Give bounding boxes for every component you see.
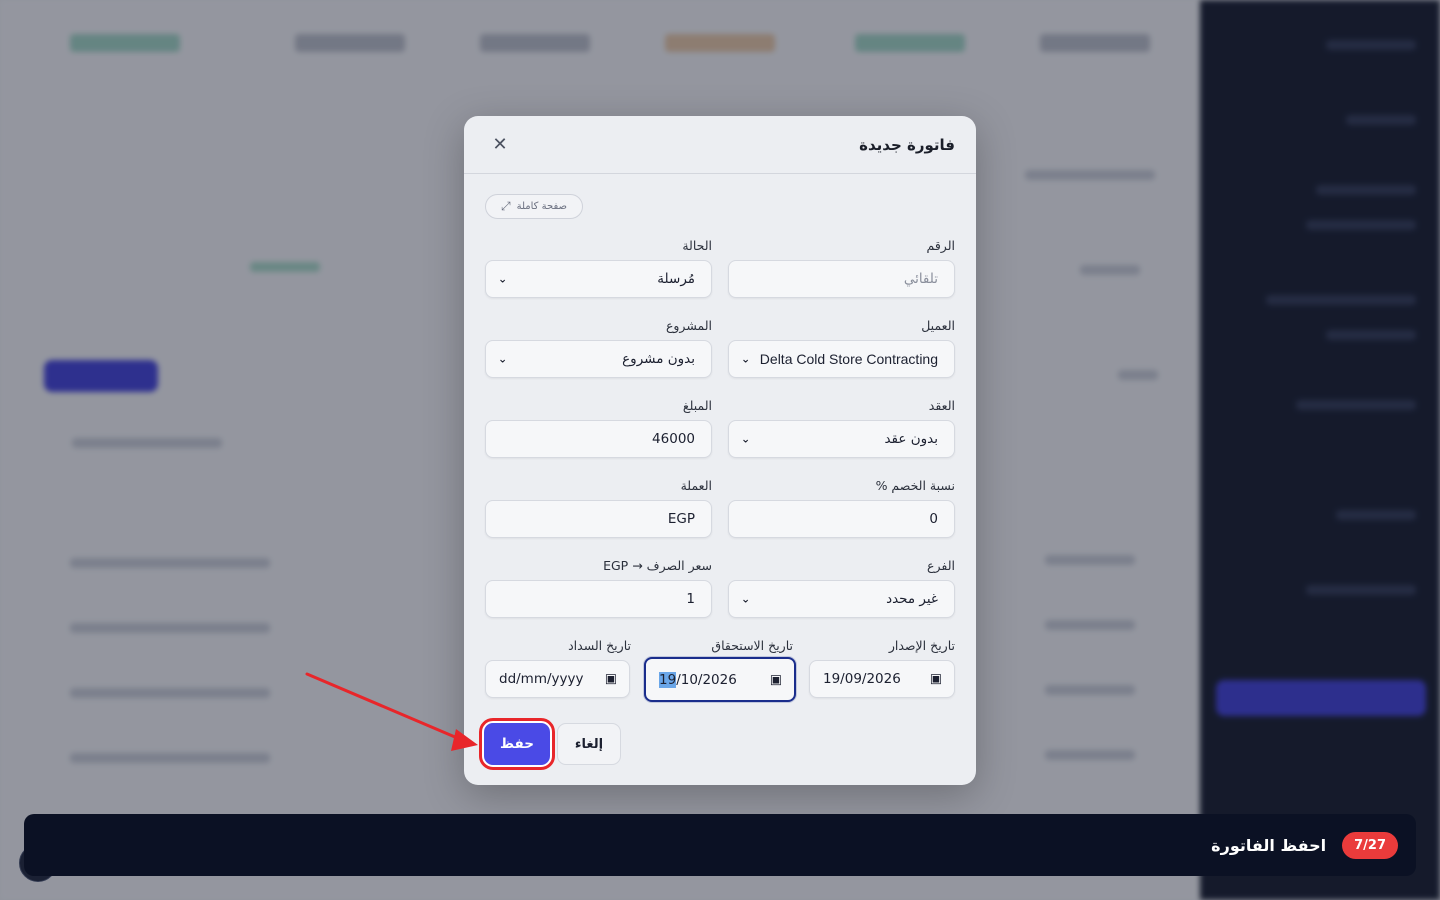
issue-date-input[interactable]: 19/09/2026 ▣ [809, 660, 955, 698]
expand-icon: ⤢ [501, 199, 511, 213]
tutorial-step-bar: 7/27 احفظ الفاتورة [24, 814, 1416, 876]
project-label: المشروع [665, 318, 712, 333]
currency-input[interactable]: EGP [485, 500, 712, 538]
chevron-down-icon: ⌄ [741, 592, 751, 606]
close-button[interactable]: ✕ [486, 131, 514, 159]
due-date-input[interactable]: 19/10/2026 ▣ [644, 657, 796, 702]
due-date-day-selected: 19 [659, 671, 677, 688]
project-value: بدون مشروع [622, 351, 695, 367]
calendar-icon[interactable]: ▣ [770, 672, 782, 687]
number-label: الرقم [926, 238, 955, 253]
amount-input[interactable]: 46000 [485, 420, 712, 458]
status-select[interactable]: مُرسلة ⌄ [485, 260, 712, 298]
client-label: العميل [921, 318, 955, 333]
status-value: مُرسلة [657, 271, 695, 287]
discount-input[interactable]: 0 [728, 500, 955, 538]
issue-date-label: تاريخ الإصدار [888, 638, 955, 653]
branch-label: الفرع [927, 558, 955, 573]
calendar-icon[interactable]: ▣ [605, 672, 617, 687]
currency-label: العملة [680, 478, 712, 493]
due-date-rest: /10/2026 [676, 671, 737, 688]
number-input[interactable]: تلقائي [728, 260, 955, 298]
client-select[interactable]: Delta Cold Store Contracting ⌄ [728, 340, 955, 378]
exchange-rate-value: 1 [686, 591, 695, 607]
fullpage-button[interactable]: صفحة كاملة ⤢ [485, 194, 583, 219]
save-button[interactable]: حفظ [479, 718, 555, 770]
new-invoice-modal: فاتورة جديدة ✕ صفحة كاملة ⤢ الرقم تلقائي… [464, 116, 976, 785]
payment-date-label: تاريخ السداد [568, 638, 631, 653]
status-label: الحالة [682, 238, 712, 253]
close-icon: ✕ [492, 134, 508, 155]
step-instruction: احفظ الفاتورة [1211, 835, 1327, 855]
chevron-down-icon: ⌄ [741, 432, 751, 446]
contract-select[interactable]: بدون عقد ⌄ [728, 420, 955, 458]
cancel-button[interactable]: إلغاء [557, 723, 621, 765]
discount-label: نسبة الخصم % [875, 478, 955, 493]
chevron-down-icon: ⌄ [741, 352, 751, 366]
contract-label: العقد [928, 398, 955, 413]
chevron-down-icon: ⌄ [498, 352, 508, 366]
discount-value: 0 [929, 511, 938, 527]
chevron-down-icon: ⌄ [498, 272, 508, 286]
payment-date-input[interactable]: dd/mm/yyyy ▣ [485, 660, 630, 698]
calendar-icon[interactable]: ▣ [930, 672, 942, 687]
exchange-rate-input[interactable]: 1 [485, 580, 712, 618]
due-date-value: 19/10/2026 [659, 671, 737, 688]
fullpage-label: صفحة كاملة [516, 201, 567, 212]
branch-value: غير محدد [886, 591, 938, 607]
modal-header: فاتورة جديدة ✕ [464, 116, 976, 174]
branch-select[interactable]: غير محدد ⌄ [728, 580, 955, 618]
step-counter-badge: 7/27 [1342, 831, 1398, 859]
modal-title: فاتورة جديدة [859, 135, 955, 154]
contract-value: بدون عقد [884, 431, 938, 447]
issue-date-value: 19/09/2026 [823, 671, 901, 687]
currency-value: EGP [667, 511, 695, 527]
client-value: Delta Cold Store Contracting [759, 351, 938, 367]
number-placeholder: تلقائي [903, 271, 938, 287]
amount-label: المبلغ [682, 398, 712, 413]
payment-date-placeholder: dd/mm/yyyy [499, 671, 584, 687]
due-date-label: تاريخ الاستحقاق [711, 638, 793, 653]
project-select[interactable]: بدون مشروع ⌄ [485, 340, 712, 378]
exchange-rate-label: سعر الصرف → EGP [603, 558, 712, 573]
amount-value: 46000 [652, 431, 695, 447]
